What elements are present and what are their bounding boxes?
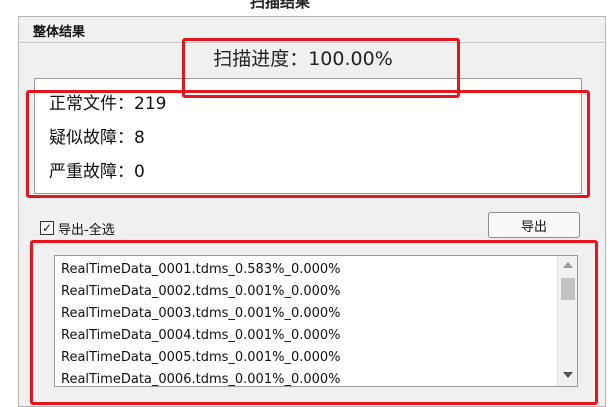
panel-header-label: 整体结果	[33, 25, 86, 40]
panel-header: 整体结果	[19, 17, 605, 43]
export-button[interactable]: 导出	[488, 212, 580, 238]
list-item[interactable]: RealTimeData_0006.tdms_0.001%_0.000%	[61, 369, 341, 386]
list-item[interactable]: RealTimeData_0003.tdms_0.001%_0.000%	[61, 303, 341, 325]
stats-box: 正常文件：219 疑似故障：8 严重故障：0	[34, 78, 582, 194]
window-title: 扫描结果	[250, 0, 311, 11]
list-item[interactable]: RealTimeData_0005.tdms_0.001%_0.000%	[61, 347, 341, 369]
file-result-list[interactable]: RealTimeData_0001.tdms_0.583%_0.000% Rea…	[54, 255, 578, 387]
scroll-down-arrow-icon[interactable]	[563, 372, 573, 378]
list-item[interactable]: RealTimeData_0001.tdms_0.583%_0.000%	[61, 259, 341, 281]
scroll-up-arrow-icon[interactable]	[563, 262, 573, 268]
stat-suspected-faults: 疑似故障：8	[49, 128, 145, 148]
scan-progress-text: 扫描进度：100.00%	[213, 48, 393, 70]
export-select-all-checkbox[interactable]: ✓ 导出-全选	[40, 218, 115, 238]
scroll-thumb[interactable]	[561, 278, 575, 300]
list-scrollbar[interactable]	[557, 256, 577, 386]
list-item[interactable]: RealTimeData_0002.tdms_0.001%_0.000%	[61, 281, 341, 303]
stat-severe-faults: 严重故障：0	[49, 162, 145, 182]
checkmark-icon[interactable]: ✓	[40, 221, 54, 235]
stat-normal-files: 正常文件：219	[49, 94, 167, 114]
list-item[interactable]: RealTimeData_0004.tdms_0.001%_0.000%	[61, 325, 341, 347]
export-select-all-label[interactable]: 导出-全选	[58, 219, 115, 238]
